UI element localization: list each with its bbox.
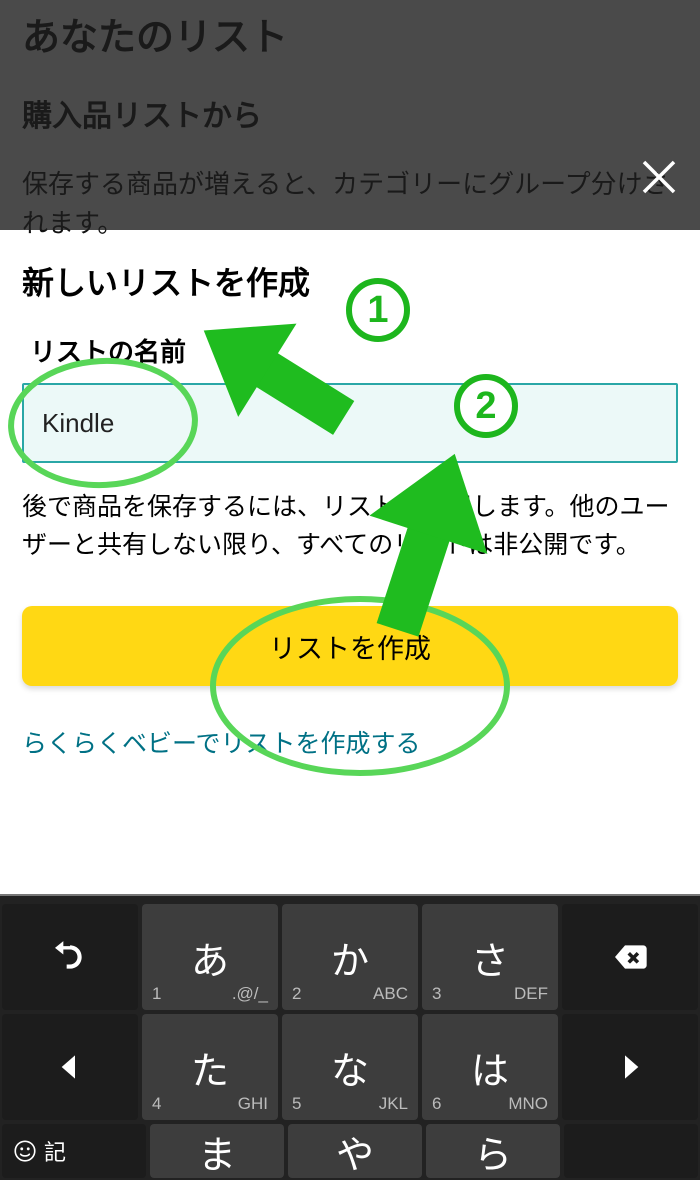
- key-ra[interactable]: ら: [426, 1124, 560, 1178]
- key-emoji[interactable]: 記: [2, 1124, 146, 1178]
- baby-registry-link[interactable]: らくらくベビーでリストを作成する: [22, 724, 678, 760]
- key-ya[interactable]: や: [288, 1124, 422, 1178]
- modal-backdrop: [0, 0, 700, 230]
- key-backspace[interactable]: [562, 904, 698, 1010]
- right-icon: [610, 1047, 650, 1087]
- close-icon: [639, 157, 679, 197]
- key-undo[interactable]: [2, 904, 138, 1010]
- key-ka[interactable]: か2ABC: [282, 904, 418, 1010]
- key-na[interactable]: な5JKL: [282, 1014, 418, 1120]
- modal-description: 後で商品を保存するには、リストを使用します。他のユーザーと共有しない限り、すべて…: [22, 489, 678, 564]
- key-sa[interactable]: さ3DEF: [422, 904, 558, 1010]
- create-list-button[interactable]: リストを作成: [22, 606, 678, 686]
- key-a[interactable]: あ1.@/_: [142, 904, 278, 1010]
- key-ta[interactable]: た4GHI: [142, 1014, 278, 1120]
- backspace-icon: [610, 937, 650, 977]
- left-icon: [50, 1047, 90, 1087]
- key-ma[interactable]: ま: [150, 1124, 284, 1178]
- modal-title: 新しいリストを作成: [22, 258, 678, 304]
- page-background: あなたのリスト 購入品リストから 保存する商品が増えると、カテゴリーにグループ分…: [0, 0, 700, 230]
- key-left[interactable]: [2, 1014, 138, 1120]
- emoji-icon: [12, 1138, 38, 1164]
- key-right[interactable]: [562, 1014, 698, 1120]
- key-blank[interactable]: [564, 1124, 698, 1178]
- close-button[interactable]: [632, 150, 686, 204]
- key-ha[interactable]: は6MNO: [422, 1014, 558, 1120]
- undo-icon: [50, 937, 90, 977]
- soft-keyboard: あ1.@/_ か2ABC さ3DEF た4GHI な5JKL は6MNO 記 ま…: [0, 894, 700, 1180]
- list-name-input[interactable]: [22, 383, 678, 463]
- list-name-label: リストの名前: [22, 332, 678, 369]
- create-list-modal: 新しいリストを作成 リストの名前 後で商品を保存するには、リストを使用します。他…: [0, 230, 700, 760]
